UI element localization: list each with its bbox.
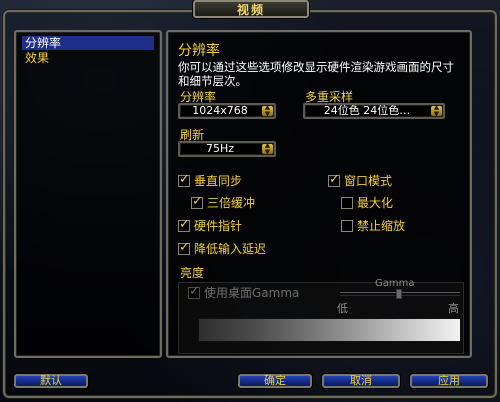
- hardware-cursor-checkbox[interactable]: ✓ 硬件指针: [178, 217, 243, 233]
- multisample-dropdown[interactable]: 24位色 24位色… ▲ ▼: [303, 103, 445, 119]
- gamma-slider-thumb[interactable]: [396, 289, 402, 299]
- checkbox-box: ✓: [188, 284, 200, 299]
- brightness-label: 亮度: [180, 266, 205, 280]
- low-latency-checkbox[interactable]: ✓ 降低输入延迟: [178, 240, 267, 256]
- multisample-value: 24位色 24位色…: [323, 105, 411, 117]
- section-description: 你可以通过这些选项修改显示硬件渲染游戏画面的尺寸和细节层次。: [178, 60, 454, 88]
- refresh-value: 75Hz: [205, 143, 235, 155]
- category-list: 分辨率 效果: [14, 30, 162, 358]
- maximize-checkbox[interactable]: 最大化: [341, 196, 393, 210]
- checkmark-icon: ✓: [179, 217, 190, 232]
- hardware-cursor-label: 硬件指针: [194, 219, 243, 233]
- checkbox-box: ✓: [178, 217, 190, 232]
- checkbox-box: ✓: [178, 240, 190, 255]
- vsync-label: 垂直同步: [194, 174, 243, 188]
- brightness-preview-gradient: [198, 318, 461, 342]
- refresh-dropdown[interactable]: 75Hz ▲ ▼: [178, 141, 276, 157]
- cancel-button[interactable]: 取消: [322, 374, 400, 388]
- triple-buffer-checkbox[interactable]: ✓ 三倍缓冲: [191, 194, 256, 210]
- desktop-gamma-checkbox[interactable]: ✓ 使用桌面Gamma: [188, 284, 300, 300]
- gamma-low-label: 低: [337, 302, 348, 315]
- ok-button[interactable]: 确定: [238, 374, 312, 388]
- maximize-label: 最大化: [357, 196, 394, 210]
- checkbox-box: [341, 197, 353, 209]
- checkbox-box: ✓: [191, 194, 203, 209]
- vsync-checkbox[interactable]: ✓ 垂直同步: [178, 172, 243, 188]
- desktop-gamma-label: 使用桌面Gamma: [204, 286, 300, 300]
- triple-buffer-label: 三倍缓冲: [207, 196, 256, 210]
- checkmark-icon: ✓: [179, 172, 190, 187]
- resolution-dropdown[interactable]: 1024x768 ▲ ▼: [178, 103, 276, 119]
- disable-scaling-checkbox[interactable]: 禁止缩放: [341, 219, 405, 233]
- checkbox-box: [341, 220, 353, 232]
- window-mode-label: 窗口模式: [344, 174, 393, 188]
- dropdown-arrow-icon: ▲ ▼: [431, 104, 442, 118]
- checkmark-icon: ✓: [189, 284, 200, 299]
- window-title: 视频: [193, 0, 309, 18]
- window-mode-checkbox[interactable]: ✓ 窗口模式: [328, 172, 393, 188]
- resolution-value: 1024x768: [192, 105, 248, 117]
- apply-button[interactable]: 应用: [410, 374, 488, 388]
- disable-scaling-label: 禁止缩放: [357, 219, 406, 233]
- low-latency-label: 降低输入延迟: [194, 242, 267, 256]
- dropdown-arrow-icon: ▲ ▼: [262, 142, 273, 156]
- nav-item-resolution[interactable]: 分辨率: [22, 36, 154, 50]
- checkmark-icon: ✓: [192, 194, 203, 209]
- section-heading: 分辨率: [178, 43, 220, 59]
- default-button[interactable]: 默认: [14, 374, 88, 388]
- checkmark-icon: ✓: [329, 172, 340, 187]
- nav-item-effects[interactable]: 效果: [22, 51, 154, 65]
- checkmark-icon: ✓: [179, 240, 190, 255]
- checkbox-box: ✓: [178, 172, 190, 187]
- dropdown-arrow-icon: ▲ ▼: [262, 104, 273, 118]
- gamma-high-label: 高: [448, 302, 459, 315]
- checkbox-box: ✓: [328, 172, 340, 187]
- gamma-label: Gamma: [375, 278, 415, 289]
